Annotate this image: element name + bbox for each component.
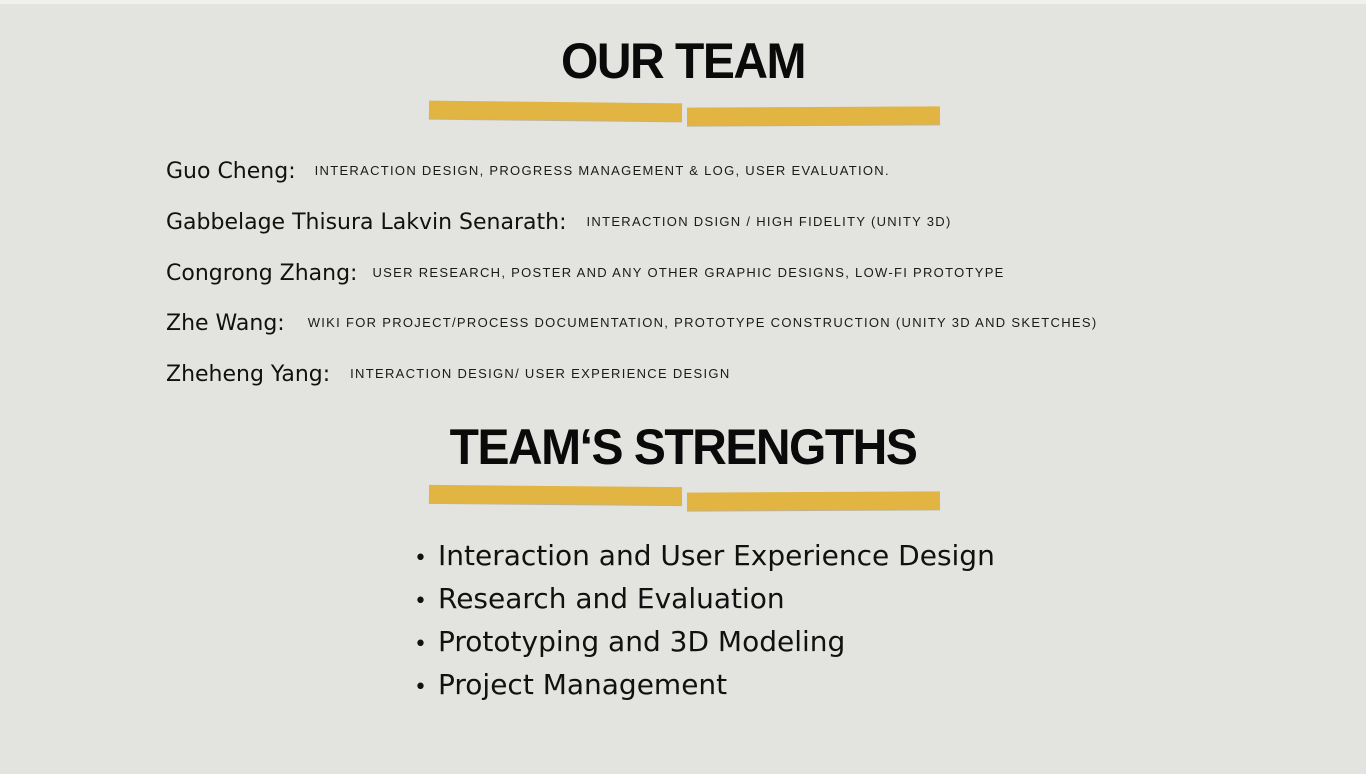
- team-strengths-heading: TEAM‘S STRENGTHS: [449, 419, 918, 476]
- team-member: Guo Cheng: INTERACTION DESIGN, PROGRESS …: [166, 159, 890, 184]
- member-role: INTERACTION DESIGN/ USER EXPERIENCE DESI…: [350, 366, 731, 381]
- member-role: WIKI FOR PROJECT/PROCESS DOCUMENTATION, …: [307, 315, 1098, 330]
- tape-decoration: [428, 100, 683, 122]
- slide: OUR TEAM Guo Cheng: INTERACTION DESIGN, …: [0, 4, 1366, 774]
- member-role: INTERACTION DSIGN / HIGH FIDELITY (UNITY…: [586, 214, 952, 229]
- strength-label: Project Management: [438, 668, 728, 701]
- member-name: Zheheng Yang:: [166, 362, 331, 387]
- list-item: • Research and Evaluation: [414, 582, 785, 615]
- member-name: Congrong Zhang:: [166, 261, 358, 286]
- member-name: Gabbelage Thisura Lakvin Senarath:: [166, 210, 567, 235]
- strength-label: Research and Evaluation: [438, 582, 785, 615]
- tape-decoration: [428, 484, 683, 506]
- strength-label: Prototyping and 3D Modeling: [438, 625, 846, 658]
- team-member: Gabbelage Thisura Lakvin Senarath: INTER…: [166, 210, 952, 235]
- list-item: • Project Management: [414, 668, 728, 701]
- member-name: Guo Cheng:: [166, 159, 296, 184]
- team-member: Zheheng Yang: INTERACTION DESIGN/ USER E…: [166, 362, 731, 387]
- member-role: USER RESEARCH, POSTER AND ANY OTHER GRAP…: [372, 265, 1005, 280]
- member-role: INTERACTION DESIGN, PROGRESS MANAGEMENT …: [314, 163, 890, 178]
- tape-decoration: [686, 106, 941, 126]
- tape-decoration: [686, 491, 941, 511]
- member-name: Zhe Wang:: [166, 311, 285, 336]
- list-item: • Interaction and User Experience Design: [414, 539, 995, 572]
- our-team-heading: OUR TEAM: [561, 33, 806, 90]
- list-item: • Prototyping and 3D Modeling: [414, 625, 846, 658]
- strength-label: Interaction and User Experience Design: [438, 539, 995, 572]
- team-member: Zhe Wang: WIKI FOR PROJECT/PROCESS DOCUM…: [166, 311, 1097, 336]
- strengths-list: • Interaction and User Experience Design …: [414, 534, 995, 706]
- team-member: Congrong Zhang: USER RESEARCH, POSTER AN…: [166, 261, 1005, 286]
